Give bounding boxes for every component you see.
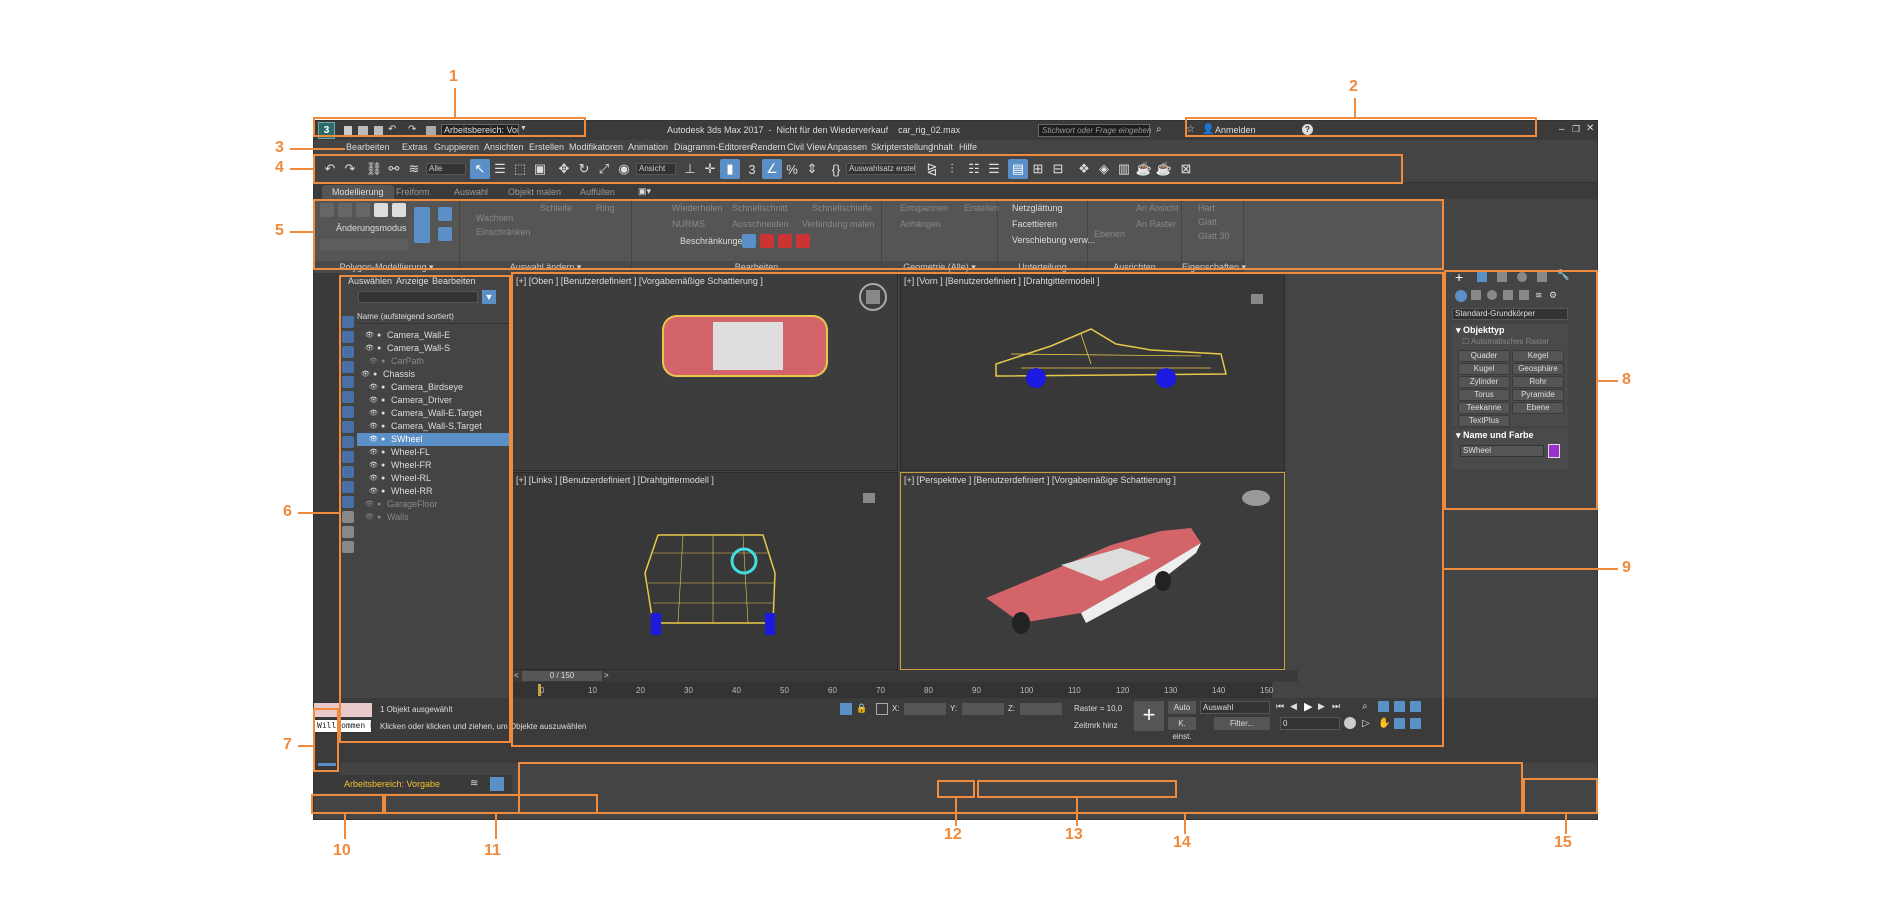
callout-line bbox=[1184, 814, 1186, 834]
callout-line bbox=[1444, 568, 1618, 570]
menu-bar: Bearbeiten Extras Gruppieren Ansichten E… bbox=[314, 140, 1597, 155]
workspace-bottom-label[interactable]: Arbeitsbereich: Vorgabe bbox=[344, 779, 440, 789]
callout-line bbox=[495, 814, 497, 839]
tab-auswahl[interactable]: Auswahl bbox=[444, 185, 498, 199]
menu-item[interactable]: Hilfe bbox=[959, 142, 977, 152]
callout-box-1 bbox=[313, 117, 586, 137]
callout-line bbox=[344, 814, 346, 839]
callout-line bbox=[1354, 98, 1356, 117]
search-placeholder: Stichwort oder Frage eingeben bbox=[1042, 126, 1152, 135]
callout-number: 12 bbox=[944, 826, 962, 843]
callout-line bbox=[454, 88, 456, 117]
callout-number: 9 bbox=[1622, 559, 1631, 576]
tab-modellierung[interactable]: Modellierung bbox=[322, 185, 394, 199]
callout-line bbox=[298, 745, 313, 747]
menu-item[interactable]: Ansichten bbox=[484, 142, 524, 152]
callout-number: 14 bbox=[1173, 834, 1191, 851]
callout-box-7 bbox=[313, 708, 339, 772]
callout-line bbox=[290, 148, 345, 150]
callout-line bbox=[1598, 380, 1618, 382]
callout-number: 7 bbox=[283, 736, 292, 753]
menu-item[interactable]: Extras bbox=[402, 142, 428, 152]
minimize-icon[interactable]: – bbox=[1559, 124, 1565, 135]
search-box[interactable]: Stichwort oder Frage eingeben bbox=[1038, 124, 1152, 137]
callout-number: 1 bbox=[449, 68, 458, 85]
callout-box-6 bbox=[339, 275, 511, 743]
callout-box-4 bbox=[313, 154, 1403, 184]
tab-objekt-malen[interactable]: Objekt malen bbox=[498, 185, 571, 199]
restore-icon[interactable]: ❐ bbox=[1572, 124, 1580, 135]
callout-number: 2 bbox=[1349, 78, 1358, 95]
tab-freiform[interactable]: Freiform bbox=[386, 185, 440, 199]
callout-box-14 bbox=[518, 762, 1523, 814]
callout-box-5 bbox=[313, 199, 1444, 270]
menu-item[interactable]: Animation bbox=[628, 142, 668, 152]
binoculars-icon[interactable]: ⌕ bbox=[1156, 124, 1162, 135]
callout-number: 15 bbox=[1554, 834, 1572, 851]
callout-number: 3 bbox=[275, 139, 284, 156]
callout-line bbox=[1565, 814, 1567, 834]
callout-number: 5 bbox=[275, 222, 284, 239]
callout-line bbox=[298, 512, 339, 514]
explorer-options-icon[interactable] bbox=[490, 777, 504, 791]
app-title: Autodesk 3ds Max 2017 - Nicht für den Wi… bbox=[667, 125, 961, 135]
menu-item[interactable]: Modifikatoren bbox=[569, 142, 623, 152]
menu-item[interactable]: Bearbeiten bbox=[346, 142, 390, 152]
callout-line bbox=[290, 231, 313, 233]
ribbon-tabs: Modellierung Freiform Auswahl Objekt mal… bbox=[314, 183, 1597, 199]
callout-line bbox=[290, 168, 313, 170]
menu-item[interactable]: Gruppieren bbox=[434, 142, 479, 152]
callout-box-10 bbox=[311, 794, 384, 814]
callout-box-2 bbox=[1185, 117, 1537, 137]
callout-number: 10 bbox=[333, 842, 351, 859]
callout-number: 6 bbox=[283, 503, 292, 520]
callout-number: 13 bbox=[1065, 826, 1083, 843]
camera-icon[interactable]: ▣▾ bbox=[638, 186, 651, 197]
menu-item[interactable]: Skripterstellung bbox=[871, 142, 933, 152]
callout-box-15 bbox=[1523, 778, 1598, 814]
layers-icon[interactable]: ≋ bbox=[470, 778, 478, 789]
menu-item[interactable]: Anpassen bbox=[827, 142, 867, 152]
callout-number: 4 bbox=[275, 159, 284, 176]
callout-number: 8 bbox=[1622, 371, 1631, 388]
callout-box-9 bbox=[511, 272, 1444, 747]
close-icon[interactable]: ✕ bbox=[1586, 123, 1594, 134]
menu-item[interactable]: Erstellen bbox=[529, 142, 564, 152]
menu-item[interactable]: Inhalt bbox=[931, 142, 953, 152]
menu-item[interactable]: Civil View bbox=[787, 142, 826, 152]
menu-item[interactable]: Diagramm-Editoren bbox=[674, 142, 752, 152]
workspace-bar: Arbeitsbereich: Vorgabe ≋ bbox=[340, 775, 512, 793]
callout-box-8 bbox=[1444, 270, 1598, 510]
menu-item[interactable]: Rendern bbox=[751, 142, 786, 152]
callout-number: 11 bbox=[484, 842, 501, 859]
tab-auffuellen[interactable]: Auffüllen bbox=[570, 185, 625, 199]
